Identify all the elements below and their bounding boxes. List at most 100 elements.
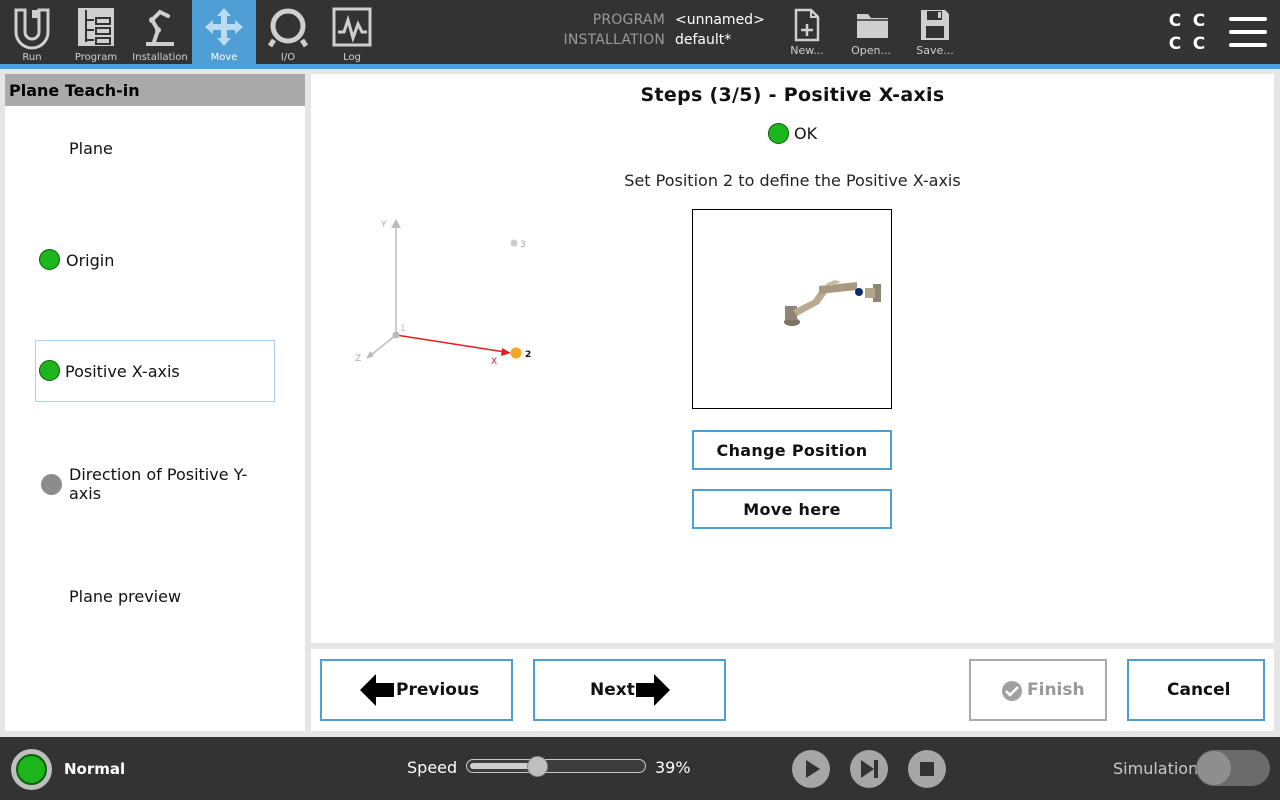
step-instruction: Set Position 2 to define the Positive X-… xyxy=(624,171,961,190)
next-button[interactable]: Next xyxy=(533,659,726,721)
tab-move[interactable]: Move xyxy=(192,0,256,64)
open-file-label: Open... xyxy=(851,44,891,57)
tab-program[interactable]: Program xyxy=(64,0,128,64)
previous-label: Previous xyxy=(396,680,480,700)
step-title: Steps (3/5) - Positive X-axis xyxy=(640,84,945,106)
status-text: OK xyxy=(794,124,818,143)
tab-io[interactable]: I/O xyxy=(256,0,320,64)
sidebar-item-plane-preview[interactable]: Plane preview xyxy=(35,564,275,626)
tab-log[interactable]: Log xyxy=(320,0,384,64)
axis-diagram: Y Z X 1 2 3 xyxy=(355,219,531,367)
finish-button[interactable]: Finish xyxy=(969,659,1107,721)
speed-label: Speed xyxy=(407,758,458,777)
top-bar: Run Program Installation Move I/O Log PR… xyxy=(0,0,1280,64)
log-waveform-icon xyxy=(332,7,372,47)
robot-status-icon xyxy=(16,754,47,785)
play-icon xyxy=(806,760,820,778)
installation-name: default* xyxy=(675,32,732,48)
point-3-marker xyxy=(510,239,518,247)
steps-sidebar: Plane Teach-in Plane Origin Positive X-a… xyxy=(5,74,305,731)
cancel-button[interactable]: Cancel xyxy=(1127,659,1265,721)
cancel-label: Cancel xyxy=(1167,680,1231,700)
previous-button[interactable]: Previous xyxy=(320,659,513,721)
z-axis-arrowhead xyxy=(366,351,374,359)
next-label: Next xyxy=(590,680,635,700)
tab-run-label: Run xyxy=(22,52,42,63)
open-file-button[interactable]: Open... xyxy=(841,0,901,64)
cc-glyph: C xyxy=(1192,11,1206,31)
point-1-label: 1 xyxy=(400,324,406,334)
sidebar-item-direction-positive-y-axis[interactable]: Direction of Positive Y-axis xyxy=(35,452,275,514)
speed-slider[interactable] xyxy=(466,759,646,773)
point-1-marker xyxy=(392,331,400,339)
sidebar-item-label: Plane xyxy=(69,139,113,158)
tab-installation[interactable]: Installation xyxy=(128,0,192,64)
sidebar-item-label: Direction of Positive Y-axis xyxy=(69,465,248,503)
simulation-label: Simulation xyxy=(1113,759,1199,778)
step-forward-icon xyxy=(861,760,878,778)
wizard-navigation: Previous Next Finish Cancel xyxy=(311,649,1274,731)
robot-status-button[interactable] xyxy=(11,749,52,790)
sidebar-title: Plane Teach-in xyxy=(5,74,305,106)
ur-logo-icon xyxy=(14,8,50,50)
sidebar-item-origin[interactable]: Origin xyxy=(35,228,275,290)
step-button[interactable] xyxy=(850,750,888,788)
tab-installation-label: Installation xyxy=(132,52,188,63)
arrow-right-icon xyxy=(636,674,670,706)
stop-button[interactable] xyxy=(908,750,946,788)
robot-arm-icon xyxy=(146,9,174,46)
y-axis-label: Y xyxy=(380,220,387,230)
open-folder-icon xyxy=(857,14,888,38)
simulation-toggle[interactable] xyxy=(1196,750,1270,786)
new-file-button[interactable]: New... xyxy=(777,0,837,64)
sidebar-item-plane[interactable]: Plane xyxy=(35,116,275,178)
simulation-toggle-knob xyxy=(1197,751,1231,785)
speed-slider-handle[interactable] xyxy=(527,756,549,777)
x-axis-label: X xyxy=(491,357,497,367)
point-2-label: 2 xyxy=(525,350,531,360)
save-file-button[interactable]: Save... xyxy=(905,0,965,64)
save-disk-icon xyxy=(921,10,949,40)
hamburger-menu-icon[interactable] xyxy=(1229,15,1267,49)
move-arrows-icon xyxy=(205,8,243,46)
z-axis-label: Z xyxy=(355,354,361,364)
arrow-left-icon xyxy=(360,674,394,706)
topbar-accent-line xyxy=(0,64,1280,69)
cc-glyph: C xyxy=(1192,34,1206,54)
robot-arm-render xyxy=(784,280,881,326)
status-ok-icon xyxy=(39,360,60,381)
tab-program-label: Program xyxy=(74,52,118,63)
program-label: PROGRAM xyxy=(592,12,665,28)
stop-icon xyxy=(920,762,934,776)
move-here-button[interactable]: Move here xyxy=(692,489,892,529)
tab-log-label: Log xyxy=(343,52,361,63)
sidebar-item-positive-x-axis[interactable]: Positive X-axis xyxy=(35,340,275,402)
tab-run[interactable]: Run xyxy=(0,0,64,64)
status-ok-icon xyxy=(768,123,789,144)
z-axis-line xyxy=(370,334,397,356)
sidebar-item-label: Plane preview xyxy=(69,587,182,606)
status-ok-icon xyxy=(39,249,60,270)
point-2-marker xyxy=(510,347,522,359)
sidebar-item-label: Positive X-axis xyxy=(65,362,180,381)
new-file-label: New... xyxy=(790,44,824,57)
io-icon xyxy=(268,8,308,48)
robot-status-text: Normal xyxy=(64,760,126,778)
x-axis-line xyxy=(395,334,506,353)
play-button[interactable] xyxy=(792,750,830,788)
change-position-button[interactable]: Change Position xyxy=(692,430,892,470)
finish-label: Finish xyxy=(1027,680,1085,700)
y-axis-arrowhead xyxy=(391,219,401,228)
status-pending-icon xyxy=(41,474,62,495)
save-file-label: Save... xyxy=(916,44,954,57)
x-axis-arrowhead xyxy=(501,348,511,356)
sidebar-item-label: Origin xyxy=(66,251,115,270)
speed-value: 39% xyxy=(655,758,691,777)
robot-pose-preview xyxy=(692,209,892,409)
point-3-label: 3 xyxy=(520,240,526,250)
tab-move-label: Move xyxy=(210,52,238,63)
cc-glyph: C xyxy=(1168,34,1182,54)
new-file-icon xyxy=(794,8,820,42)
installation-label: INSTALLATION xyxy=(563,32,665,48)
cc-glyph: C xyxy=(1168,11,1182,31)
